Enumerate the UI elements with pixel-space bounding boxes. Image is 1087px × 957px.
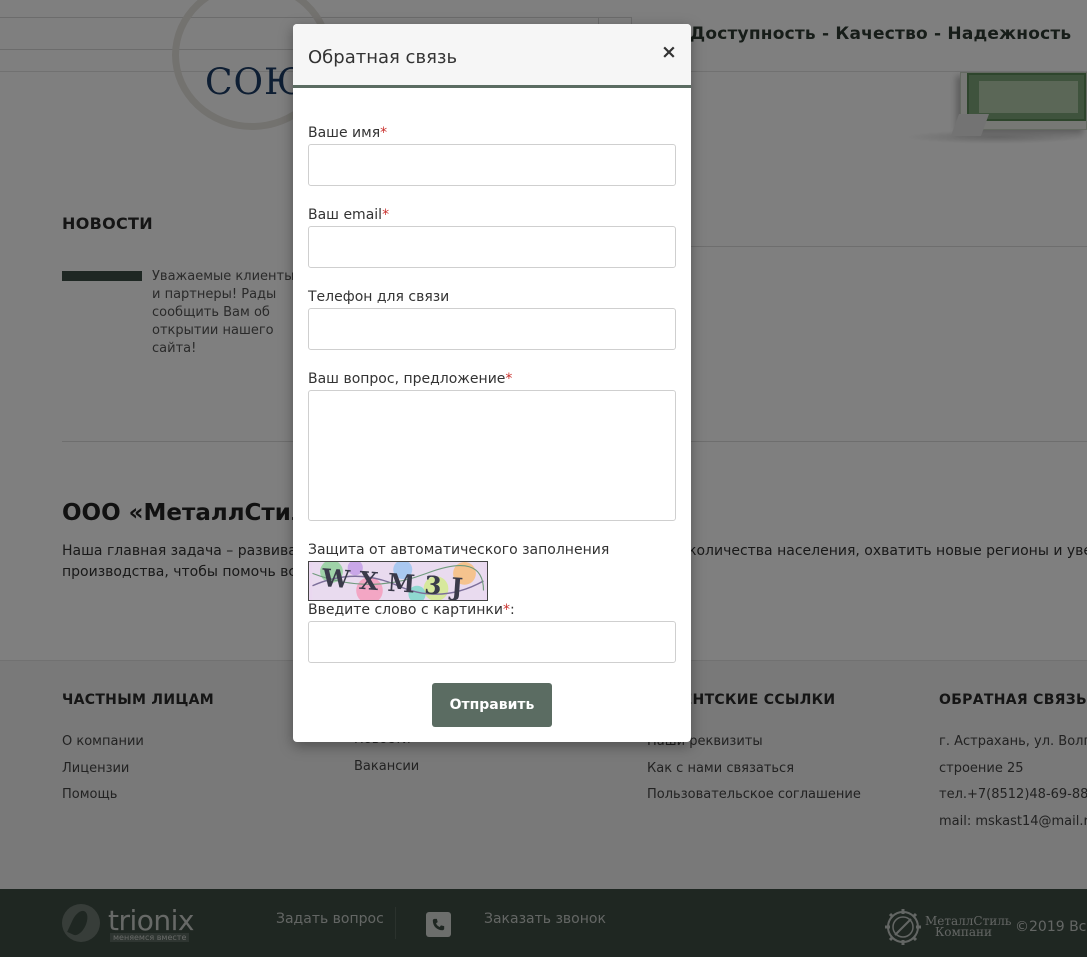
phone-label: Телефон для связи xyxy=(308,289,450,305)
captcha-input[interactable] xyxy=(308,621,676,663)
name-input[interactable] xyxy=(308,144,676,186)
email-label: Ваш email* xyxy=(308,207,389,223)
captcha-title: Защита от автоматического заполнения xyxy=(308,542,610,558)
name-label: Ваше имя* xyxy=(308,125,387,141)
label-colon: : xyxy=(509,602,515,618)
required-mark: * xyxy=(502,602,510,618)
modal-title: Обратная связь xyxy=(308,47,458,68)
captcha-image: WXM3J xyxy=(308,561,488,601)
captcha-input-label: Введите слово с картинки*: xyxy=(308,602,515,618)
email-label-text: Ваш email xyxy=(308,207,383,223)
required-mark: * xyxy=(505,371,513,387)
close-icon[interactable]: × xyxy=(661,43,677,62)
captcha-input-label-text: Введите слово с картинки xyxy=(308,602,503,618)
required-mark: * xyxy=(380,125,388,141)
email-input[interactable] xyxy=(308,226,676,268)
question-textarea[interactable] xyxy=(308,390,676,521)
required-mark: * xyxy=(382,207,390,223)
question-label-text: Ваш вопрос, предложение xyxy=(308,371,506,387)
name-label-text: Ваше имя xyxy=(308,125,381,141)
feedback-modal: Обратная связь × Ваше имя* Ваш email* Те… xyxy=(293,24,691,742)
modal-header: Обратная связь × xyxy=(293,24,691,88)
question-label: Ваш вопрос, предложение* xyxy=(308,371,512,387)
phone-input[interactable] xyxy=(308,308,676,350)
submit-button[interactable]: Отправить xyxy=(432,683,552,727)
